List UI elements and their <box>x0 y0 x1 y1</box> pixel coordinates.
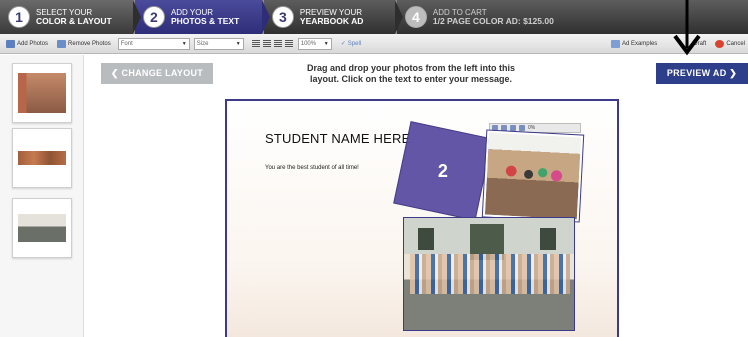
step-photos-text[interactable]: 2 ADD YOUR PHOTOS & TEXT <box>134 0 270 34</box>
zoom-select-value: 100% <box>300 40 317 47</box>
photo-thumbnail[interactable] <box>12 63 72 123</box>
thumbnail-image <box>18 151 66 165</box>
thumbnail-image <box>18 73 66 113</box>
photo-detail <box>540 228 556 250</box>
font-select[interactable]: Font ▼ <box>117 37 190 50</box>
spell-check-button[interactable]: ✓ Spell <box>338 37 364 51</box>
photo-content <box>410 254 570 294</box>
placed-photo-team[interactable] <box>403 217 575 331</box>
ad-examples-button[interactable]: Ad Examples <box>608 37 660 51</box>
align-right-icon[interactable] <box>273 40 282 47</box>
photo-drop-slot[interactable]: 2 <box>393 121 493 221</box>
cancel-button[interactable]: Cancel <box>712 37 748 51</box>
ad-examples-label: Ad Examples <box>621 41 658 47</box>
add-photos-button[interactable]: Add Photos <box>3 37 51 51</box>
rotate-icon[interactable] <box>501 125 507 131</box>
spell-label: Spell <box>347 40 362 47</box>
step-arrow <box>261 0 270 34</box>
photo-content <box>495 151 569 203</box>
photo-detail <box>418 228 434 250</box>
size-select[interactable]: Size ▼ <box>193 37 244 50</box>
add-photo-icon <box>6 39 15 48</box>
step-preview[interactable]: 3 PREVIEW YOUR YEARBOOK AD <box>263 0 403 34</box>
step-arrow <box>132 0 141 34</box>
editor-toolbar: Add Photos Remove Photos Font ▼ Size ▼ 1… <box>0 34 748 54</box>
student-name-text[interactable]: STUDENT NAME HERE <box>265 131 410 146</box>
step-color-layout[interactable]: 1 SELECT YOUR COLOR & LAYOUT <box>0 0 141 34</box>
chevron-down-icon: ▼ <box>181 40 187 47</box>
photo-thumbnail[interactable] <box>12 198 72 258</box>
remove-photos-label: Remove Photos <box>68 40 111 47</box>
instructions-text: Drag and drop your photos from the left … <box>285 63 537 85</box>
placed-photo-group[interactable] <box>481 129 585 223</box>
step-label-line2: COLOR & LAYOUT <box>36 16 112 26</box>
cancel-label: Cancel <box>726 41 745 47</box>
step-label-line2: 1/2 PAGE COLOR AD: $125.00 <box>432 16 554 26</box>
step-number: 4 <box>404 6 427 28</box>
chevron-down-icon: ▼ <box>323 40 329 47</box>
step-arrow <box>394 0 403 34</box>
flip-icon[interactable] <box>510 125 516 131</box>
step-label-line2: YEARBOOK AD <box>299 16 364 26</box>
preview-ad-button[interactable]: PREVIEW AD ❯ <box>656 63 748 84</box>
remove-photos-button[interactable]: Remove Photos <box>54 37 114 51</box>
zoom-icon[interactable] <box>519 125 525 131</box>
photo-thumbnail-panel <box>0 55 84 337</box>
change-layout-button[interactable]: ❮ CHANGE LAYOUT <box>101 63 213 84</box>
spell-check-icon: ✓ <box>340 41 346 47</box>
photo-thumbnail[interactable] <box>12 128 72 188</box>
step-number: 2 <box>142 6 165 28</box>
student-message-text[interactable]: You are the best student of all time! <box>265 165 359 171</box>
add-photos-label: Add Photos <box>17 40 49 47</box>
instructions-line1: Drag and drop your photos from the left … <box>307 63 515 73</box>
zoom-select[interactable]: 100% ▼ <box>297 37 332 50</box>
photo-zoom-value: 0% <box>528 125 536 131</box>
step-number: 1 <box>8 6 30 28</box>
font-select-value: Font <box>120 40 133 47</box>
remove-photo-icon <box>57 39 67 48</box>
thumbnail-image <box>18 214 66 242</box>
step-label-line2: PHOTOS & TEXT <box>170 16 240 26</box>
size-select-value: Size <box>196 40 209 47</box>
chevron-down-icon: ▼ <box>235 40 241 47</box>
step-number: 3 <box>271 6 294 28</box>
examples-icon <box>610 40 620 48</box>
ad-canvas: STUDENT NAME HERE You are the best stude… <box>225 99 619 337</box>
align-center-icon[interactable] <box>262 40 271 47</box>
cancel-icon <box>715 40 725 48</box>
annotation-arrow-icon <box>673 0 701 56</box>
ad-workspace: ❮ CHANGE LAYOUT Drag and drop your photo… <box>85 55 748 337</box>
align-left-icon[interactable] <box>251 40 260 47</box>
instructions-line2: layout. Click on the text to enter your … <box>309 74 513 84</box>
step-bar: 1 SELECT YOUR COLOR & LAYOUT 2 ADD YOUR … <box>0 0 748 34</box>
slot-number: 2 <box>437 160 449 181</box>
align-justify-icon[interactable] <box>284 40 293 47</box>
